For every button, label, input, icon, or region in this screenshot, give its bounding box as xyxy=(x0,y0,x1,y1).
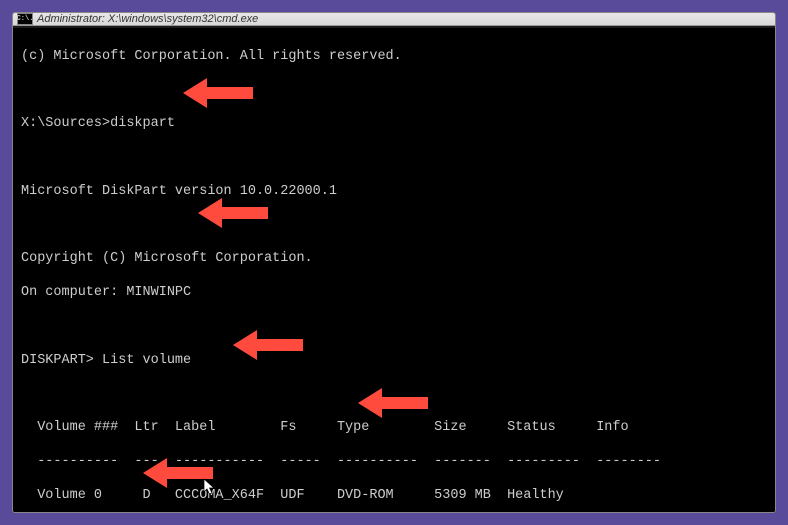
window-title: Administrator: X:\windows\system32\cmd.e… xyxy=(37,13,258,25)
output-blank xyxy=(21,150,767,167)
output-blank xyxy=(21,386,767,403)
table-header: Volume ### Ltr Label Fs Type Size Status… xyxy=(21,420,767,437)
output-line: (c) Microsoft Corporation. All rights re… xyxy=(21,49,767,66)
output-line: Microsoft DiskPart version 10.0.22000.1 xyxy=(21,184,767,201)
output-blank xyxy=(21,83,767,100)
output-blank xyxy=(21,319,767,336)
cmd-icon: C:\. xyxy=(17,13,33,25)
prompt-line: X:\Sources>diskpart xyxy=(21,116,767,133)
prompt-line: DISKPART> List volume xyxy=(21,353,767,370)
terminal-output[interactable]: (c) Microsoft Corporation. All rights re… xyxy=(13,26,775,513)
titlebar[interactable]: C:\. Administrator: X:\windows\system32\… xyxy=(13,13,775,26)
window-frame: C:\. Administrator: X:\windows\system32\… xyxy=(0,0,788,525)
output-blank xyxy=(21,218,767,235)
output-line: On computer: MINWINPC xyxy=(21,285,767,302)
cmd-window: C:\. Administrator: X:\windows\system32\… xyxy=(12,12,776,513)
table-row: Volume 0 D CCCOMA_X64F UDF DVD-ROM 5309 … xyxy=(21,488,767,505)
table-divider: ---------- --- ----------- ----- -------… xyxy=(21,454,767,471)
output-line: Copyright (C) Microsoft Corporation. xyxy=(21,251,767,268)
